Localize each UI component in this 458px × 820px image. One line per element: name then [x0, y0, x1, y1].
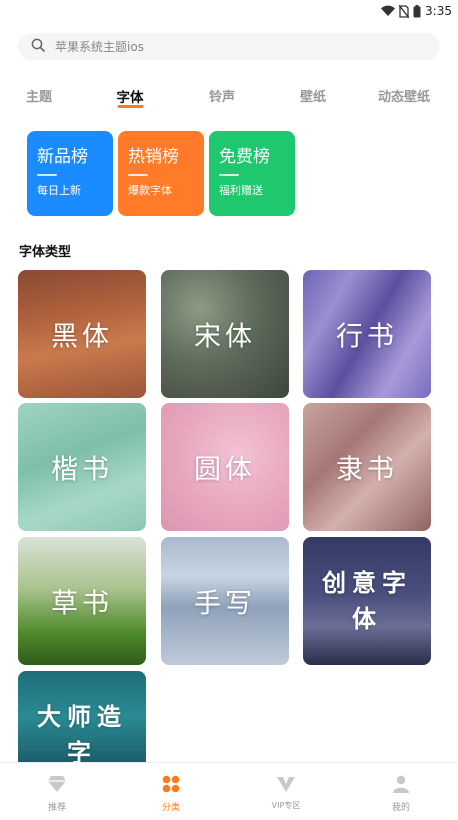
font-card-label: 黑体	[51, 321, 113, 353]
nav-recommend[interactable]: 推荐	[0, 763, 114, 820]
ranking-hot[interactable]: 热销榜 爆款字体	[118, 131, 204, 216]
tab-wallpaper[interactable]: 壁纸	[300, 86, 326, 105]
bottom-nav: 推荐 分类 VIP专区 我的	[0, 762, 458, 820]
font-card-label: 手写	[194, 588, 256, 620]
search-placeholder: 苹果系统主题ios	[55, 40, 144, 54]
status-bar: 3:35	[0, 0, 458, 22]
ranking-free[interactable]: 免费榜 福利赠送	[209, 131, 295, 216]
ranking-new[interactable]: 新品榜 每日上新	[27, 131, 113, 216]
ranking-title: 热销榜	[128, 147, 179, 167]
tab-label: 铃声	[208, 90, 236, 105]
nav-label: 我的	[391, 803, 410, 813]
status-time: 3:35	[425, 4, 452, 18]
tab-label: 字体	[116, 90, 144, 106]
nav-category[interactable]: 分类	[114, 763, 228, 820]
font-card-caoshu[interactable]: 草书	[18, 537, 146, 665]
ranking-title: 新品榜	[37, 147, 88, 167]
font-card-yuanti[interactable]: 圆体	[161, 403, 289, 531]
user-icon	[392, 775, 410, 797]
divider	[219, 174, 239, 176]
font-card-label: 行书	[336, 321, 398, 353]
font-card-label: 草书	[51, 588, 113, 620]
diamond-icon	[47, 775, 67, 797]
ranking-subtitle: 福利赠送	[219, 184, 263, 197]
font-card-label: 创意字体	[322, 568, 412, 633]
divider	[37, 174, 57, 176]
grid-icon	[162, 775, 180, 797]
tab-theme[interactable]: 主题	[26, 86, 52, 105]
font-card-label: 隶书	[336, 454, 398, 486]
font-card-heiti[interactable]: 黑体	[18, 270, 146, 398]
font-card-xingshu[interactable]: 行书	[303, 270, 431, 398]
font-card-shouxie[interactable]: 手写	[161, 537, 289, 665]
tab-font[interactable]: 字体	[116, 86, 144, 108]
vip-icon	[276, 775, 296, 797]
search-icon	[31, 37, 45, 56]
tab-label: 主题	[25, 90, 53, 105]
font-card-label: 宋体	[194, 321, 256, 353]
font-card-lishu[interactable]: 隶书	[303, 403, 431, 531]
font-card-chuangyi[interactable]: 创意字体	[303, 537, 431, 665]
ranking-subtitle: 爆款字体	[128, 184, 172, 197]
ranking-subtitle: 每日上新	[37, 184, 81, 197]
nav-mine[interactable]: 我的	[344, 763, 458, 820]
wifi-icon	[381, 5, 396, 17]
search-bar[interactable]: 苹果系统主题ios	[18, 33, 440, 60]
font-card-label: 圆体	[194, 454, 256, 486]
category-tabs: 主题 字体 铃声 壁纸 动态壁纸	[0, 86, 458, 114]
font-card-dashizaozi[interactable]: 大师造字	[18, 671, 146, 763]
font-card-label: 大师造字	[37, 702, 127, 763]
section-title: 字体类型	[19, 245, 72, 260]
battery-icon	[413, 4, 421, 18]
nav-vip[interactable]: VIP专区	[229, 763, 343, 820]
divider	[128, 174, 148, 176]
nav-label: VIP专区	[271, 801, 301, 810]
ranking-title: 免费榜	[219, 147, 270, 167]
no-sim-icon	[399, 4, 410, 18]
nav-label: 推荐	[47, 803, 66, 813]
tab-label: 动态壁纸	[377, 90, 431, 105]
font-card-label: 楷书	[51, 454, 113, 486]
tab-label: 壁纸	[299, 90, 327, 105]
font-card-songti[interactable]: 宋体	[161, 270, 289, 398]
active-tab-indicator	[117, 105, 143, 108]
tab-live-wallpaper[interactable]: 动态壁纸	[378, 86, 430, 105]
font-card-kaishu[interactable]: 楷书	[18, 403, 146, 531]
tab-ringtone[interactable]: 铃声	[209, 86, 235, 105]
nav-label: 分类	[161, 803, 180, 813]
